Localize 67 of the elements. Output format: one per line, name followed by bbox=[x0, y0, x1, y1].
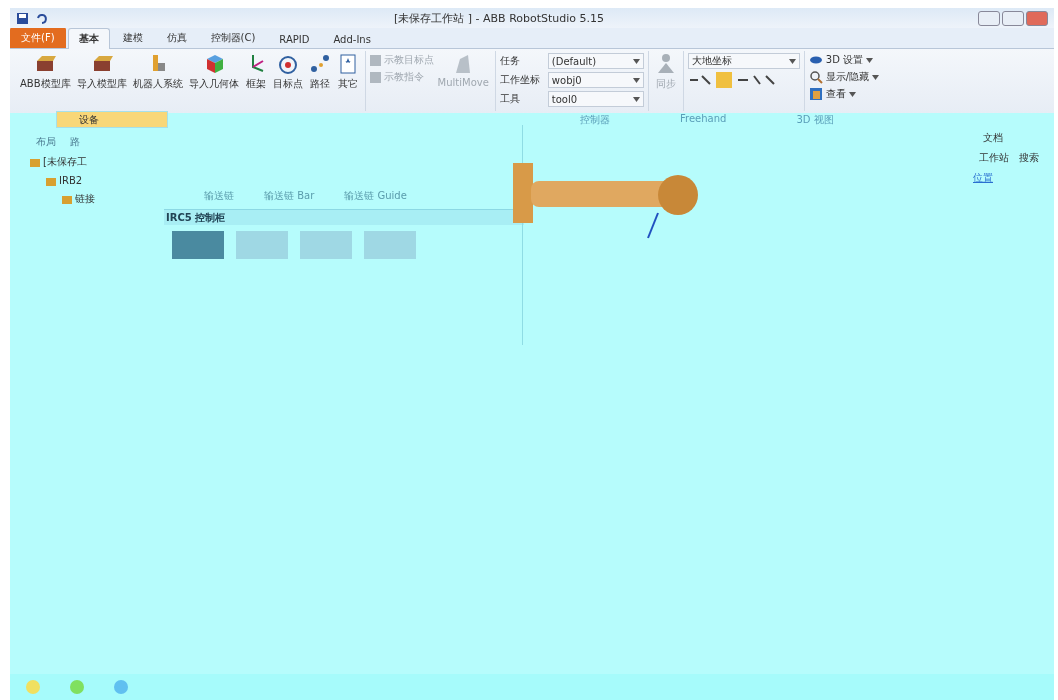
panel-title: 文档 bbox=[982, 131, 1004, 145]
panel-tab[interactable]: 搜索 bbox=[1019, 151, 1039, 165]
folder-icon bbox=[30, 157, 40, 167]
dots-icon bbox=[308, 53, 331, 75]
ribbon-button[interactable]: 其它 bbox=[334, 51, 361, 93]
caret-icon bbox=[632, 96, 640, 102]
picture-icon bbox=[808, 87, 823, 101]
ribbon-button[interactable]: 机器人系统 bbox=[130, 51, 185, 93]
ribbon-tab[interactable]: 控制器(C) bbox=[199, 27, 267, 48]
ribbon-tab[interactable]: RAPID bbox=[268, 30, 321, 48]
folder-icon bbox=[46, 175, 56, 186]
group-label: 3D 视图 bbox=[796, 113, 834, 127]
setting-label: 工作坐标 bbox=[499, 73, 541, 87]
gallery-label: 输送链 Bar bbox=[264, 189, 315, 203]
controller-thumbnail[interactable] bbox=[172, 231, 224, 259]
minimize-button[interactable] bbox=[978, 10, 1000, 26]
dropdown-field[interactable]: (Default) bbox=[547, 53, 644, 69]
dropdown-field[interactable]: wobj0 bbox=[547, 72, 644, 88]
ribbon-tab[interactable]: 仿真 bbox=[155, 27, 198, 48]
setting-label: 工具 bbox=[499, 92, 521, 106]
gallery-label: 输送链 Guide bbox=[344, 189, 407, 203]
maximize-button[interactable] bbox=[1002, 10, 1024, 26]
caret-icon bbox=[848, 91, 856, 97]
caret-icon bbox=[788, 58, 796, 64]
menu-item[interactable]: 设备 bbox=[57, 112, 167, 127]
window-title: [未保存工作站 ] - ABB RobotStudio 5.15 bbox=[394, 10, 605, 26]
ribbon-button[interactable]: 路径 bbox=[306, 51, 333, 93]
ribbon-button[interactable]: 3D 设置 bbox=[808, 53, 880, 67]
panel-tab[interactable]: 工作站 bbox=[979, 151, 1009, 165]
dropdown-field[interactable]: tool0 bbox=[547, 91, 644, 107]
controller-thumbnail[interactable] bbox=[364, 231, 416, 259]
ribbon-button[interactable]: 框架 bbox=[242, 51, 269, 93]
taskbar-icon[interactable] bbox=[68, 678, 86, 696]
tree-item[interactable]: 链接 bbox=[75, 192, 95, 206]
ribbon-button[interactable]: ABB模型库 bbox=[18, 51, 73, 93]
taskbar-icon[interactable] bbox=[112, 678, 130, 696]
ribbon-tab[interactable]: Add-Ins bbox=[322, 30, 382, 48]
ribbon-button[interactable]: 导入模型库 bbox=[74, 51, 129, 93]
tree-item[interactable]: IRB2 bbox=[59, 175, 83, 186]
ribbon-button[interactable]: 目标点 bbox=[270, 51, 305, 93]
caret-icon bbox=[632, 77, 640, 83]
controller-thumbnail[interactable] bbox=[300, 231, 352, 259]
close-button[interactable] bbox=[1026, 10, 1048, 26]
caret-icon bbox=[632, 58, 640, 64]
gallery-label: 输送链 bbox=[204, 189, 234, 203]
undo-icon[interactable] bbox=[35, 11, 48, 25]
tree-item[interactable]: [未保存工 bbox=[43, 155, 87, 169]
location-link[interactable]: 位置 bbox=[973, 171, 993, 185]
panel-tab[interactable]: 布局 bbox=[36, 135, 56, 149]
magnifier-icon bbox=[808, 70, 823, 84]
ribbon-tab[interactable]: 基本 bbox=[67, 28, 110, 49]
section-header: IRC5 控制柜 bbox=[164, 209, 524, 225]
caret-icon bbox=[866, 57, 874, 63]
taskbar-icon[interactable] bbox=[24, 678, 42, 696]
ribbon-tab[interactable]: 建模 bbox=[111, 27, 154, 48]
folder-icon bbox=[62, 194, 72, 204]
controller-thumbnail[interactable] bbox=[236, 231, 288, 259]
group-label: 控制器 bbox=[580, 113, 610, 127]
ribbon-button[interactable]: 导入几何体 bbox=[186, 51, 241, 93]
caret-icon bbox=[872, 74, 880, 80]
ribbon-button[interactable]: 显示/隐藏 bbox=[808, 70, 880, 84]
dropdown-field[interactable]: 大地坐标 bbox=[687, 53, 800, 69]
setting-label: 任务 bbox=[499, 54, 521, 68]
panel-tab[interactable]: 路 bbox=[70, 135, 80, 149]
save-icon[interactable] bbox=[16, 11, 29, 25]
group-label: Freehand bbox=[680, 113, 727, 126]
ribbon-button[interactable]: 查看 bbox=[808, 87, 880, 101]
